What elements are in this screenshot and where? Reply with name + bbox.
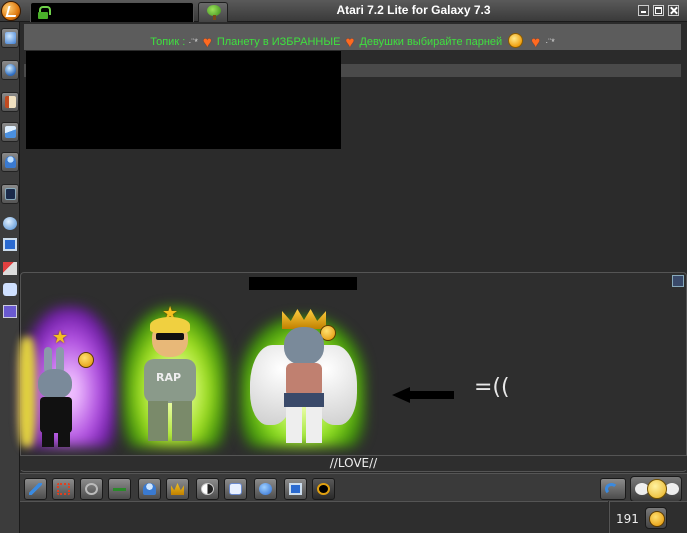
heart-icon: ♥ [531, 34, 541, 51]
title-bar: Atari 7.2 Lite for Galaxy 7.3 [0, 0, 687, 22]
angel-smiley-icon [647, 479, 667, 499]
avatar-bunny[interactable]: ★ [18, 297, 117, 447]
topic-part-2: Девушки выбирайте парней [359, 36, 503, 48]
window-icon[interactable] [3, 238, 17, 251]
yinyang-button[interactable] [196, 478, 219, 500]
redacted-room-name [249, 277, 357, 290]
network-button[interactable] [52, 478, 75, 500]
window-button[interactable] [284, 478, 307, 500]
user-icon [5, 156, 16, 168]
side-button-book[interactable] [1, 92, 19, 112]
nickname-line: //LOVE// [20, 455, 687, 470]
room-stage: ★ ★ RAP [18, 295, 662, 447]
avatar-rapper[interactable]: ★ RAP [122, 295, 227, 447]
undo-arrow-icon [605, 483, 618, 495]
book-icon [5, 96, 16, 108]
angel-wing-icon [665, 483, 679, 495]
topic-sparkle: ·¨* [188, 37, 198, 47]
star-icon: ★ [52, 327, 69, 348]
clock-icon[interactable] [3, 217, 17, 230]
smiley-picker-button[interactable] [645, 507, 667, 529]
maximize-button[interactable] [653, 5, 664, 16]
undo-button[interactable] [600, 478, 626, 500]
rings-icon [85, 483, 98, 495]
minimize-button[interactable] [638, 5, 649, 16]
message-input[interactable] [20, 502, 608, 533]
terminal-icon [5, 188, 16, 200]
pencil-red-icon[interactable] [3, 262, 17, 275]
topic-bar: Топик : ·¨* ♥ Планету в ИЗБРАННЫЕ ♥ Деву… [24, 24, 681, 51]
rings-button[interactable] [80, 478, 103, 500]
warning-icon [317, 483, 330, 495]
side-button-profile[interactable] [1, 28, 19, 48]
window-controls [638, 5, 679, 16]
pen-icon [29, 483, 42, 495]
mail-icon [5, 126, 16, 138]
close-button[interactable] [668, 5, 679, 16]
message-input-area [20, 501, 608, 533]
info-button[interactable] [254, 478, 277, 500]
crown-icon [171, 483, 184, 495]
character-counter: 191 [616, 512, 639, 526]
draw-button[interactable] [24, 478, 47, 500]
topic-label: Топик : [150, 36, 186, 48]
exchange-arrows-icon [113, 483, 126, 495]
alert-button[interactable] [312, 478, 335, 500]
left-toolbar [0, 22, 20, 533]
avatar-angel-king[interactable] [240, 295, 365, 447]
room-settings-icon[interactable] [672, 275, 684, 287]
yin-yang-icon [201, 483, 214, 495]
smiley-badge-icon [78, 352, 94, 368]
side-button-planets[interactable] [1, 60, 19, 80]
arrow-left-icon [392, 387, 454, 403]
user-icon [143, 483, 156, 495]
side-button-console[interactable] [1, 184, 19, 204]
smiley-menu-button[interactable] [630, 476, 682, 502]
user-info-button[interactable] [138, 478, 161, 500]
help-icon[interactable] [3, 305, 17, 318]
network-icon [57, 483, 70, 495]
side-button-mail[interactable] [1, 122, 19, 142]
chat-bubble-icon[interactable] [3, 283, 17, 296]
room-status-text: =(( [474, 375, 510, 400]
heart-icon: ♥ [202, 34, 212, 51]
exchange-button[interactable] [108, 478, 131, 500]
smiley-icon [508, 33, 524, 48]
character-counter-box: 191 [609, 501, 687, 533]
info-icon [259, 483, 272, 495]
pencil-icon [5, 32, 16, 44]
heart-icon: ♥ [345, 34, 355, 51]
redacted-block [26, 51, 341, 149]
chat-bubble-icon [229, 483, 242, 495]
side-button-contacts[interactable] [1, 152, 19, 172]
topic-sparkle: ·¨* [545, 37, 555, 47]
bottom-toolbar [20, 473, 687, 502]
window-icon [289, 483, 302, 495]
topic-part-1: Планету в ИЗБРАННЫЕ [216, 36, 341, 48]
chat-button[interactable] [224, 478, 247, 500]
window-title: Atari 7.2 Lite for Galaxy 7.3 [336, 3, 491, 17]
crown-button[interactable] [166, 478, 189, 500]
globe-icon [5, 64, 16, 76]
topic-text: Топик : ·¨* ♥ Планету в ИЗБРАННЫЕ ♥ Деву… [24, 33, 681, 51]
